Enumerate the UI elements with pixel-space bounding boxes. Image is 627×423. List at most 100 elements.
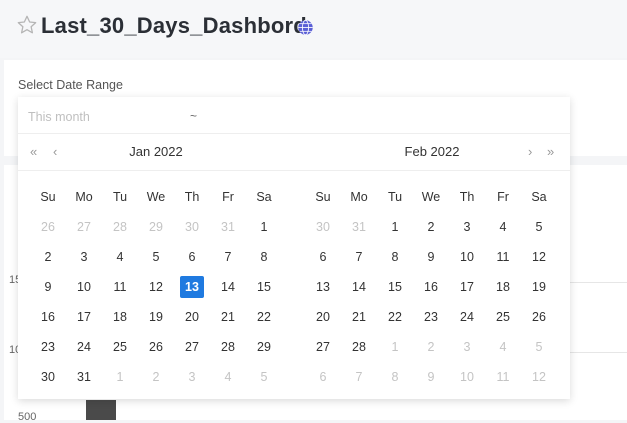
calendar-day[interactable]: 25 xyxy=(102,332,138,362)
calendar-day[interactable]: 4 xyxy=(485,212,521,242)
calendar-day[interactable]: 23 xyxy=(30,332,66,362)
next-year-button[interactable]: » xyxy=(547,144,554,159)
calendar-day[interactable]: 29 xyxy=(246,332,282,362)
calendar-day-outside[interactable]: 5 xyxy=(521,332,557,362)
calendar-day[interactable]: 11 xyxy=(102,272,138,302)
calendar-day-outside[interactable]: 30 xyxy=(174,212,210,242)
left-month-title: Jan 2022 xyxy=(129,144,183,159)
calendar-day-outside[interactable]: 8 xyxy=(377,362,413,392)
calendar-day[interactable]: 1 xyxy=(377,212,413,242)
calendar-day[interactable]: 13 xyxy=(305,272,341,302)
calendar-day[interactable]: 3 xyxy=(449,212,485,242)
calendar-day[interactable]: 16 xyxy=(30,302,66,332)
calendar-day-outside[interactable]: 10 xyxy=(449,362,485,392)
calendar-day-outside[interactable]: 4 xyxy=(210,362,246,392)
calendar-day-outside[interactable]: 27 xyxy=(66,212,102,242)
calendar-day[interactable]: 12 xyxy=(138,272,174,302)
calendar-day[interactable]: 10 xyxy=(449,242,485,272)
calendar-day-outside[interactable]: 6 xyxy=(305,362,341,392)
calendar-day[interactable]: 17 xyxy=(66,302,102,332)
calendar-day-outside[interactable]: 3 xyxy=(449,332,485,362)
calendar-day[interactable]: 22 xyxy=(246,302,282,332)
calendar-day[interactable]: 21 xyxy=(341,302,377,332)
calendar-day[interactable]: 11 xyxy=(485,242,521,272)
calendar-day[interactable]: 2 xyxy=(30,242,66,272)
calendar-day[interactable]: 24 xyxy=(449,302,485,332)
calendar-day[interactable]: 7 xyxy=(210,242,246,272)
calendar-day-outside[interactable]: 5 xyxy=(246,362,282,392)
calendar-day-number: 24 xyxy=(460,310,474,324)
date-range-picker: ~ « ‹ Jan 2022 Feb 2022 › » Su Mo Tu We Th Fr… xyxy=(18,97,570,399)
calendar-day[interactable]: 23 xyxy=(413,302,449,332)
calendar-day-number: 27 xyxy=(77,220,91,234)
calendar-day-number: 4 xyxy=(116,250,124,264)
calendar-day-outside[interactable]: 28 xyxy=(102,212,138,242)
calendar-day[interactable]: 26 xyxy=(138,332,174,362)
calendar-day[interactable]: 27 xyxy=(305,332,341,362)
calendar-day-number: 8 xyxy=(260,250,268,264)
calendar-day[interactable]: 31 xyxy=(66,362,102,392)
calendar-day[interactable]: 8 xyxy=(377,242,413,272)
calendar-day-number: 2 xyxy=(152,370,160,384)
calendar-day[interactable]: 2 xyxy=(413,212,449,242)
calendar-day[interactable]: 9 xyxy=(30,272,66,302)
calendar-day[interactable]: 14 xyxy=(210,272,246,302)
calendar-day[interactable]: 5 xyxy=(521,212,557,242)
weekday-header: We xyxy=(421,190,441,204)
calendar-day-number: 16 xyxy=(424,280,438,294)
calendar-day[interactable]: 24 xyxy=(66,332,102,362)
calendar-day[interactable]: 3 xyxy=(66,242,102,272)
calendar-day[interactable]: 25 xyxy=(485,302,521,332)
calendar-day-number: 11 xyxy=(496,250,510,264)
calendar-day[interactable]: 6 xyxy=(305,242,341,272)
calendar-day[interactable]: 15 xyxy=(377,272,413,302)
calendar-day-outside[interactable]: 2 xyxy=(413,332,449,362)
calendar-day[interactable]: 18 xyxy=(102,302,138,332)
calendar-day[interactable]: 14 xyxy=(341,272,377,302)
star-icon[interactable] xyxy=(16,14,38,36)
calendar-day-outside[interactable]: 12 xyxy=(521,362,557,392)
calendar-day-outside[interactable]: 3 xyxy=(174,362,210,392)
calendar-day[interactable]: 26 xyxy=(521,302,557,332)
calendar-day-outside[interactable]: 1 xyxy=(102,362,138,392)
calendar-day-outside[interactable]: 9 xyxy=(413,362,449,392)
calendar-day-outside[interactable]: 11 xyxy=(485,362,521,392)
calendar-day[interactable]: 1 xyxy=(246,212,282,242)
calendar-day[interactable]: 6 xyxy=(174,242,210,272)
calendar-day-outside[interactable]: 29 xyxy=(138,212,174,242)
next-month-button[interactable]: › xyxy=(528,144,532,159)
calendar-day-outside[interactable]: 4 xyxy=(485,332,521,362)
calendar-day[interactable]: 5 xyxy=(138,242,174,272)
range-end-input[interactable] xyxy=(208,110,368,124)
calendar-day-outside[interactable]: 1 xyxy=(377,332,413,362)
calendar-day[interactable]: 9 xyxy=(413,242,449,272)
calendar-day-outside[interactable]: 7 xyxy=(341,362,377,392)
calendar-day[interactable]: 10 xyxy=(66,272,102,302)
calendar-day[interactable]: 12 xyxy=(521,242,557,272)
calendar-day[interactable]: 20 xyxy=(174,302,210,332)
calendar-day[interactable]: 8 xyxy=(246,242,282,272)
calendar-day-number: 3 xyxy=(463,340,471,354)
calendar-day[interactable]: 18 xyxy=(485,272,521,302)
calendar-day[interactable]: 22 xyxy=(377,302,413,332)
calendar-day[interactable]: 21 xyxy=(210,302,246,332)
range-start-input[interactable] xyxy=(28,110,188,124)
calendar-day[interactable]: 16 xyxy=(413,272,449,302)
calendar-day-today[interactable]: 13 xyxy=(174,272,210,302)
calendar-day[interactable]: 28 xyxy=(341,332,377,362)
calendar-day-outside[interactable]: 26 xyxy=(30,212,66,242)
calendar-day[interactable]: 4 xyxy=(102,242,138,272)
calendar-day[interactable]: 7 xyxy=(341,242,377,272)
calendar-day[interactable]: 30 xyxy=(30,362,66,392)
calendar-day[interactable]: 19 xyxy=(138,302,174,332)
calendar-day[interactable]: 20 xyxy=(305,302,341,332)
calendar-day-outside[interactable]: 2 xyxy=(138,362,174,392)
calendar-day-outside[interactable]: 31 xyxy=(341,212,377,242)
calendar-day-outside[interactable]: 30 xyxy=(305,212,341,242)
calendar-day[interactable]: 19 xyxy=(521,272,557,302)
calendar-day[interactable]: 17 xyxy=(449,272,485,302)
calendar-day[interactable]: 28 xyxy=(210,332,246,362)
calendar-day[interactable]: 27 xyxy=(174,332,210,362)
calendar-day-outside[interactable]: 31 xyxy=(210,212,246,242)
calendar-day[interactable]: 15 xyxy=(246,272,282,302)
